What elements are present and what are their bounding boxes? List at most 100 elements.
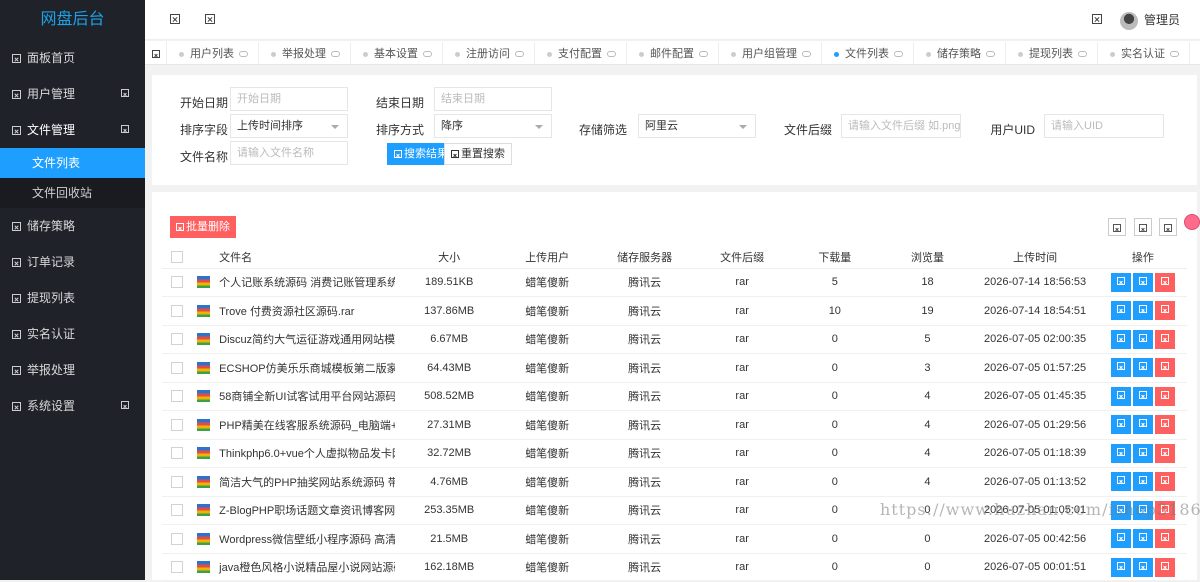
sort-order-select[interactable]: 降序 bbox=[434, 114, 552, 138]
storage-select[interactable]: 阿里云 bbox=[638, 114, 756, 138]
edit-button[interactable] bbox=[1132, 272, 1153, 292]
select-all-checkbox[interactable] bbox=[170, 250, 183, 263]
sidebar-item[interactable]: 实名认证 bbox=[0, 316, 145, 352]
filename-input[interactable]: 请输入文件名称 bbox=[230, 141, 348, 165]
row-checkbox[interactable] bbox=[170, 447, 183, 460]
row-checkbox[interactable] bbox=[170, 532, 183, 545]
row-checkbox[interactable] bbox=[170, 561, 183, 574]
sidebar-item[interactable]: 面板首页 bbox=[0, 40, 145, 76]
sidebar-item[interactable]: 用户管理 bbox=[0, 76, 145, 112]
row-checkbox[interactable] bbox=[170, 475, 183, 488]
tab[interactable]: 支付配置 bbox=[535, 42, 627, 64]
tab[interactable]: VIP配置 bbox=[1190, 42, 1200, 64]
sidebar-item[interactable]: 提现列表 bbox=[0, 280, 145, 316]
tabs-scroll-left-icon[interactable] bbox=[145, 41, 167, 64]
edit-button[interactable] bbox=[1132, 386, 1153, 406]
end-date-input[interactable]: 结束日期 bbox=[434, 87, 552, 111]
file-name[interactable]: Thinkphp6.0+vue个人虚拟物品发卡网站源码... bbox=[215, 439, 396, 468]
fullscreen-icon[interactable] bbox=[1092, 14, 1102, 24]
user-menu[interactable]: 管理员 bbox=[1119, 11, 1180, 30]
file-name[interactable]: 简洁大气的PHP抽奖网站系统源码 带留言板... bbox=[215, 467, 396, 497]
batch-delete-button[interactable]: 批量删除 bbox=[170, 216, 236, 238]
row-checkbox[interactable] bbox=[170, 390, 183, 403]
file-name[interactable]: Discuz简约大气运征游戏通用网站模板.rar bbox=[215, 325, 396, 354]
edit-button[interactable] bbox=[1132, 472, 1153, 492]
tab[interactable]: 注册访问 bbox=[443, 42, 535, 64]
column-header: 上传用户 bbox=[503, 246, 592, 269]
edit-button[interactable] bbox=[1132, 415, 1153, 435]
row-checkbox[interactable] bbox=[170, 304, 183, 317]
sidebar-item[interactable]: 系统设置 bbox=[0, 388, 145, 424]
view-button[interactable] bbox=[1110, 415, 1131, 435]
sidebar-item[interactable]: 举报处理 bbox=[0, 352, 145, 388]
delete-button[interactable] bbox=[1154, 329, 1175, 349]
reset-button[interactable]: 重置搜索 bbox=[444, 143, 512, 165]
row-checkbox[interactable] bbox=[170, 504, 183, 517]
file-name[interactable]: Trove 付费资源社区源码.rar bbox=[215, 296, 396, 326]
file-name[interactable]: Wordpress微信壁纸小程序源码 高清壁纸下... bbox=[215, 524, 396, 554]
row-checkbox[interactable] bbox=[170, 333, 183, 346]
edit-button[interactable] bbox=[1132, 443, 1153, 463]
delete-button[interactable] bbox=[1154, 443, 1175, 463]
columns-icon[interactable] bbox=[1108, 218, 1126, 236]
edit-button[interactable] bbox=[1132, 301, 1153, 321]
print-icon[interactable] bbox=[1159, 218, 1177, 236]
uid-input[interactable]: 请输入UID bbox=[1044, 114, 1164, 138]
tab[interactable]: 用户组管理 bbox=[719, 42, 822, 64]
view-button[interactable] bbox=[1110, 386, 1131, 406]
view-button[interactable] bbox=[1110, 529, 1131, 549]
view-button[interactable] bbox=[1110, 272, 1131, 292]
delete-button[interactable] bbox=[1154, 472, 1175, 492]
row-checkbox[interactable] bbox=[170, 276, 183, 289]
edit-button[interactable] bbox=[1132, 557, 1153, 577]
sidebar-subitem[interactable]: 文件列表 bbox=[0, 148, 145, 178]
avatar[interactable] bbox=[1119, 11, 1138, 30]
delete-button[interactable] bbox=[1154, 529, 1175, 549]
tab[interactable]: 邮件配置 bbox=[627, 42, 719, 64]
tab[interactable]: 举报处理 bbox=[259, 42, 351, 64]
view-button[interactable] bbox=[1110, 443, 1131, 463]
tab[interactable]: 基本设置 bbox=[351, 42, 443, 64]
delete-button[interactable] bbox=[1154, 301, 1175, 321]
sidebar-subitem[interactable]: 文件回收站 bbox=[0, 178, 145, 208]
sidebar-item[interactable]: 订单记录 bbox=[0, 244, 145, 280]
delete-button[interactable] bbox=[1154, 272, 1175, 292]
edit-button[interactable] bbox=[1132, 529, 1153, 549]
file-name[interactable]: Z-BlogPHP职场话题文章资讯博客网站源码.rar bbox=[215, 496, 396, 525]
delete-button[interactable] bbox=[1154, 358, 1175, 378]
row-checkbox[interactable] bbox=[170, 361, 183, 374]
view-button[interactable] bbox=[1110, 557, 1131, 577]
file-name[interactable]: 58商铺全新UI试客试用平台网站源码.rar bbox=[215, 382, 396, 411]
sidebar-item[interactable]: 文件管理 bbox=[0, 112, 145, 148]
delete-button[interactable] bbox=[1154, 386, 1175, 406]
view-button[interactable] bbox=[1110, 472, 1131, 492]
sort-field-select[interactable]: 上传时间排序 bbox=[230, 114, 348, 138]
view-button[interactable] bbox=[1110, 358, 1131, 378]
user-name[interactable]: 管理员 bbox=[1144, 13, 1180, 27]
file-name[interactable]: 个人记账系统源码 消费记账管理系统.rar bbox=[215, 268, 396, 297]
file-name[interactable]: PHP精美在线客服系统源码_电脑端+手机端... bbox=[215, 410, 396, 440]
file-name[interactable]: java橙色风格小说精品屋小说网站源码.rar bbox=[215, 553, 396, 582]
upload-time: 2026-07-14 18:56:53 bbox=[971, 268, 1099, 297]
sidebar-item[interactable]: 储存策略 bbox=[0, 208, 145, 244]
edit-button[interactable] bbox=[1132, 329, 1153, 349]
tab[interactable]: 实名认证 bbox=[1098, 42, 1190, 64]
row-checkbox[interactable] bbox=[170, 418, 183, 431]
float-helper-icon[interactable] bbox=[1184, 214, 1200, 230]
tab[interactable]: 储存策略 bbox=[914, 42, 1006, 64]
refresh-icon[interactable] bbox=[205, 14, 215, 24]
file-name[interactable]: ECSHOP仿美乐乐商城模板第二版家居建材... bbox=[215, 353, 396, 383]
tab[interactable]: 提现列表 bbox=[1006, 42, 1098, 64]
start-date-input[interactable]: 开始日期 bbox=[230, 87, 348, 111]
tab[interactable]: 文件列表 bbox=[822, 42, 914, 64]
delete-button[interactable] bbox=[1154, 557, 1175, 577]
sidebar-toggle-icon[interactable] bbox=[170, 14, 180, 24]
export-icon[interactable] bbox=[1134, 218, 1152, 236]
view-button[interactable] bbox=[1110, 301, 1131, 321]
suffix-input[interactable]: 请输入文件后缀 如.png.jpg 等 bbox=[841, 114, 961, 138]
edit-button[interactable] bbox=[1132, 358, 1153, 378]
delete-button[interactable] bbox=[1154, 415, 1175, 435]
app-logo[interactable]: 网盘后台 bbox=[0, 0, 145, 40]
tab[interactable]: 用户列表 bbox=[167, 42, 259, 64]
view-button[interactable] bbox=[1110, 329, 1131, 349]
